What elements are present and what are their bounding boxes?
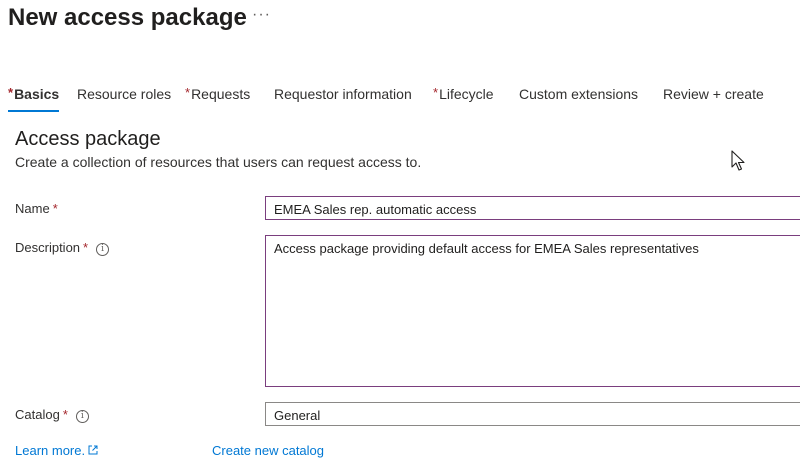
tab-label: Lifecycle: [439, 86, 494, 102]
required-marker: *: [433, 85, 439, 100]
required-marker: *: [8, 85, 14, 100]
description-textarea[interactable]: Access package providing default access …: [265, 235, 800, 387]
catalog-label-text: Catalog: [15, 407, 60, 422]
more-options-button[interactable]: ···: [252, 6, 271, 24]
external-link-icon: [88, 443, 98, 458]
tab-label: Review + create: [663, 86, 764, 102]
tab-requestor-information[interactable]: Requestor information: [274, 86, 412, 102]
section-title: Access package: [15, 128, 161, 150]
tab-basics[interactable]: *Basics: [8, 85, 60, 112]
required-marker: *: [52, 201, 58, 216]
name-label-text: Name: [15, 201, 50, 216]
name-input[interactable]: EMEA Sales rep. automatic access: [265, 196, 800, 220]
catalog-label: Catalog * i: [15, 407, 89, 423]
tab-label: Requests: [191, 86, 251, 102]
description-label-text: Description: [15, 240, 81, 255]
mouse-pointer-icon: [731, 150, 745, 177]
info-icon[interactable]: i: [75, 410, 89, 423]
catalog-select[interactable]: General: [265, 402, 800, 426]
tab-resource-roles[interactable]: Resource roles: [77, 86, 171, 102]
learn-more-link[interactable]: Learn more.: [15, 443, 98, 458]
tab-custom-extensions[interactable]: Custom extensions: [519, 86, 638, 102]
required-marker: *: [185, 85, 191, 100]
tab-lifecycle[interactable]: *Lifecycle: [433, 85, 494, 102]
tab-label: Custom extensions: [519, 86, 639, 102]
page-title: New access package: [8, 4, 247, 31]
name-label: Name *: [15, 201, 58, 216]
required-marker: *: [83, 240, 89, 255]
tab-requests[interactable]: *Requests: [185, 85, 251, 102]
tab-label: Basics: [14, 86, 60, 102]
create-new-catalog-link[interactable]: Create new catalog: [212, 443, 324, 458]
tab-review-create[interactable]: Review + create: [663, 86, 764, 102]
tab-label: Resource roles: [77, 86, 172, 102]
tab-label: Requestor information: [274, 86, 412, 102]
description-label: Description * i: [15, 240, 110, 256]
learn-more-text: Learn more.: [15, 443, 86, 458]
tab-bar: *Basics Resource roles *Requests Request…: [0, 85, 800, 114]
section-description: Create a collection of resources that us…: [15, 154, 422, 170]
required-marker: *: [62, 407, 68, 422]
info-icon[interactable]: i: [96, 243, 110, 256]
